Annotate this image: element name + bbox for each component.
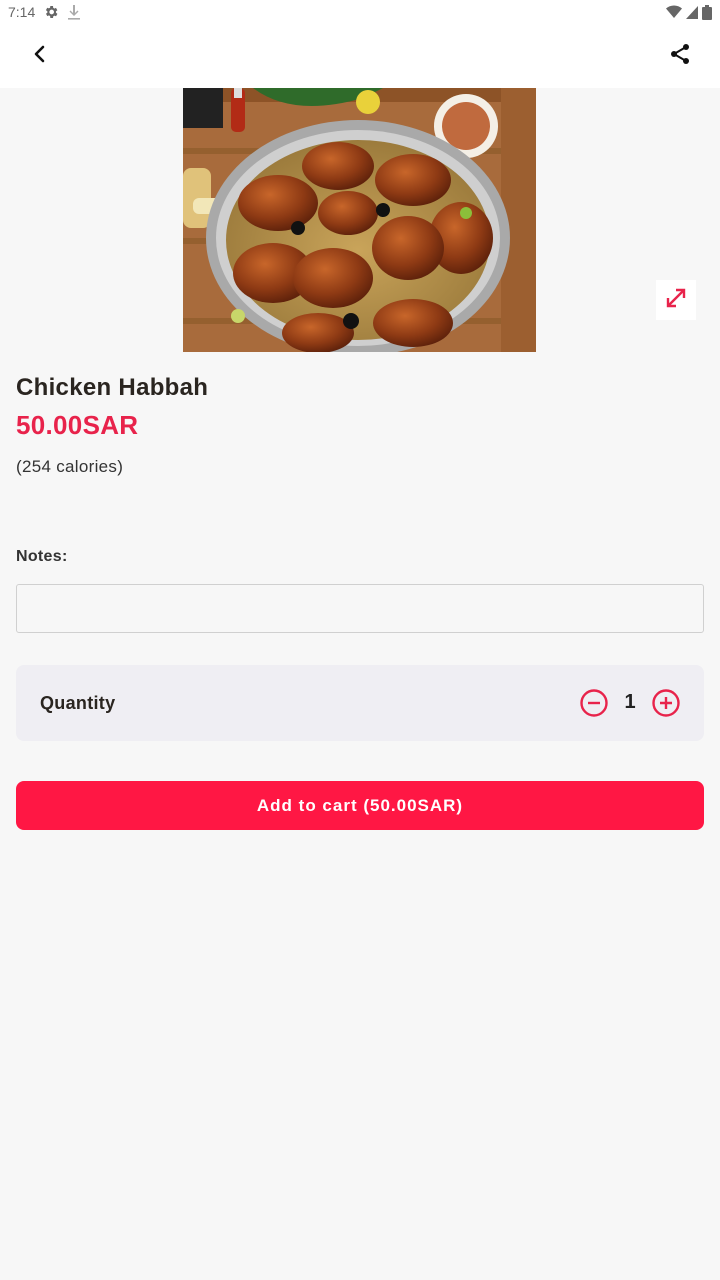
expand-icon xyxy=(665,287,687,314)
share-icon xyxy=(669,43,691,70)
app-bar xyxy=(0,24,720,88)
add-to-cart-button[interactable]: Add to cart (50.00SAR) xyxy=(16,781,704,830)
quantity-stepper: Quantity 1 xyxy=(16,665,704,741)
signal-icon xyxy=(686,5,698,19)
status-left: 7:14 xyxy=(8,4,81,20)
battery-icon xyxy=(702,4,712,20)
product-name: Chicken Habbah xyxy=(16,374,209,401)
add-to-cart-label: Add to cart (50.00SAR) xyxy=(256,795,464,815)
status-time: 7:14 xyxy=(8,4,36,20)
chevron-left-icon xyxy=(30,44,50,69)
status-right xyxy=(666,4,712,20)
status-bar: 7:14 xyxy=(0,0,720,24)
quantity-value: 1 xyxy=(624,691,636,713)
product-price: 50.00SAR xyxy=(16,410,139,440)
product-image[interactable] xyxy=(183,88,536,352)
settings-icon xyxy=(43,4,59,20)
share-button[interactable] xyxy=(660,36,700,76)
decrease-quantity-button[interactable] xyxy=(578,687,610,719)
quantity-label: Quantity xyxy=(40,693,116,713)
minus-circle-icon xyxy=(578,689,610,723)
product-calories: (254 calories) xyxy=(16,457,124,476)
plus-circle-icon xyxy=(650,689,682,723)
increase-quantity-button[interactable] xyxy=(650,687,682,719)
notes-label: Notes: xyxy=(16,548,68,565)
back-button[interactable] xyxy=(20,36,60,76)
product-image-graphic xyxy=(183,88,536,352)
notes-input[interactable] xyxy=(16,584,704,633)
wifi-icon xyxy=(666,5,682,19)
download-icon xyxy=(67,4,81,20)
expand-image-button[interactable] xyxy=(656,280,696,320)
